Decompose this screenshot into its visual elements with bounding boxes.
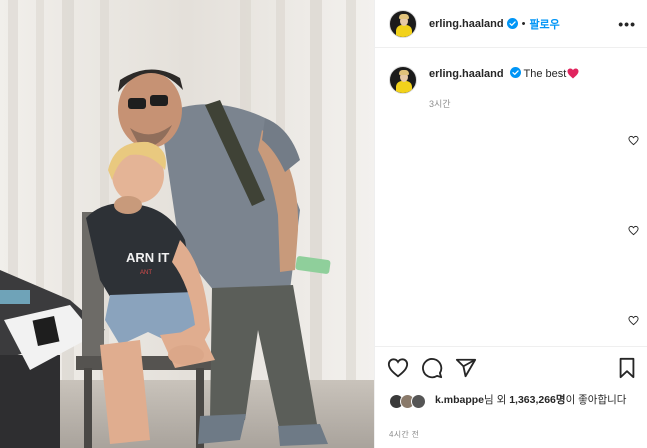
author-username[interactable]: erling.haaland bbox=[429, 18, 504, 30]
verified-badge-icon bbox=[509, 67, 521, 78]
caption-body: The best bbox=[523, 68, 567, 80]
post-header: erling.haaland • 팔로우 ••• bbox=[375, 0, 647, 48]
red-heart-emoji-icon bbox=[567, 68, 579, 79]
caption: erling.haaland The best bbox=[389, 66, 579, 94]
shirt-print-sub: ANT bbox=[140, 270, 152, 276]
action-bar: k.mbappe님 외 1,363,266명이 좋아합니다 4시간 전 bbox=[375, 346, 647, 448]
instagram-post-view: ARN IT ANT erling.haaland • 팔로우 ••• erli… bbox=[0, 0, 647, 448]
bookmark-icon[interactable] bbox=[616, 357, 638, 379]
comment-heart-icon[interactable] bbox=[628, 135, 639, 146]
comment-heart-icon[interactable] bbox=[628, 315, 639, 326]
comment-icon[interactable] bbox=[421, 357, 443, 379]
likes-and-word: 외 bbox=[493, 394, 510, 406]
follow-button[interactable]: 팔로우 bbox=[529, 16, 559, 32]
share-icon[interactable] bbox=[455, 357, 477, 379]
separator-dot: • bbox=[521, 17, 526, 30]
caption-avatar[interactable] bbox=[389, 66, 417, 94]
more-options-icon[interactable]: ••• bbox=[618, 16, 636, 32]
likes-summary[interactable]: k.mbappe님 외 1,363,266명이 좋아합니다 bbox=[389, 393, 635, 410]
likes-count[interactable]: 1,363,266명 bbox=[509, 394, 565, 406]
likes-suffix: 님 bbox=[484, 394, 494, 406]
author-avatar[interactable] bbox=[389, 9, 417, 38]
liker-avatars bbox=[389, 394, 433, 410]
likes-tail: 이 좋아합니다 bbox=[565, 394, 627, 406]
caption-username[interactable]: erling.haaland bbox=[429, 68, 504, 80]
shirt-print: ARN IT bbox=[126, 250, 169, 265]
likes-text: k.mbappe님 외 1,363,266명이 좋아합니다 bbox=[435, 393, 635, 407]
post-photo[interactable]: ARN IT ANT bbox=[0, 0, 374, 448]
heart-icon[interactable] bbox=[387, 357, 409, 379]
verified-badge-icon bbox=[506, 18, 518, 29]
post-timestamp: 4시간 전 bbox=[389, 430, 420, 439]
caption-timestamp: 3시간 bbox=[429, 99, 451, 109]
liker-username[interactable]: k.mbappe bbox=[435, 394, 484, 406]
comment-heart-icon[interactable] bbox=[628, 225, 639, 236]
post-side-panel: erling.haaland • 팔로우 ••• erling.haaland … bbox=[374, 0, 647, 448]
caption-text: erling.haaland The best bbox=[429, 67, 579, 82]
